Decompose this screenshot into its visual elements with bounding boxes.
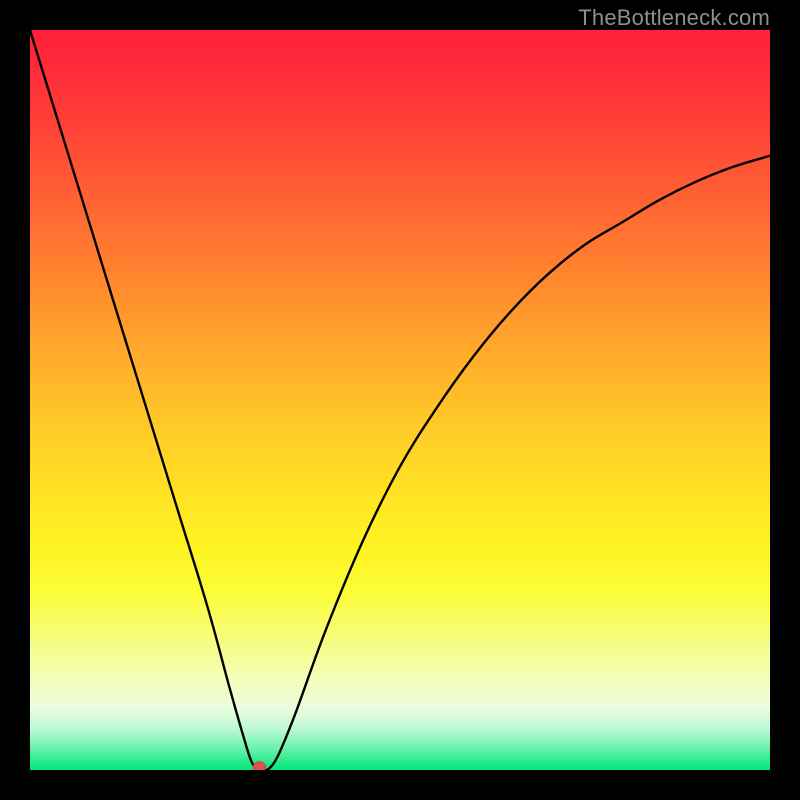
chart-frame: TheBottleneck.com [0,0,800,800]
watermark-text: TheBottleneck.com [578,5,770,31]
plot-area [30,30,770,770]
curve-layer [30,30,770,770]
optimal-point-marker [253,762,266,771]
bottleneck-curve [30,30,770,770]
